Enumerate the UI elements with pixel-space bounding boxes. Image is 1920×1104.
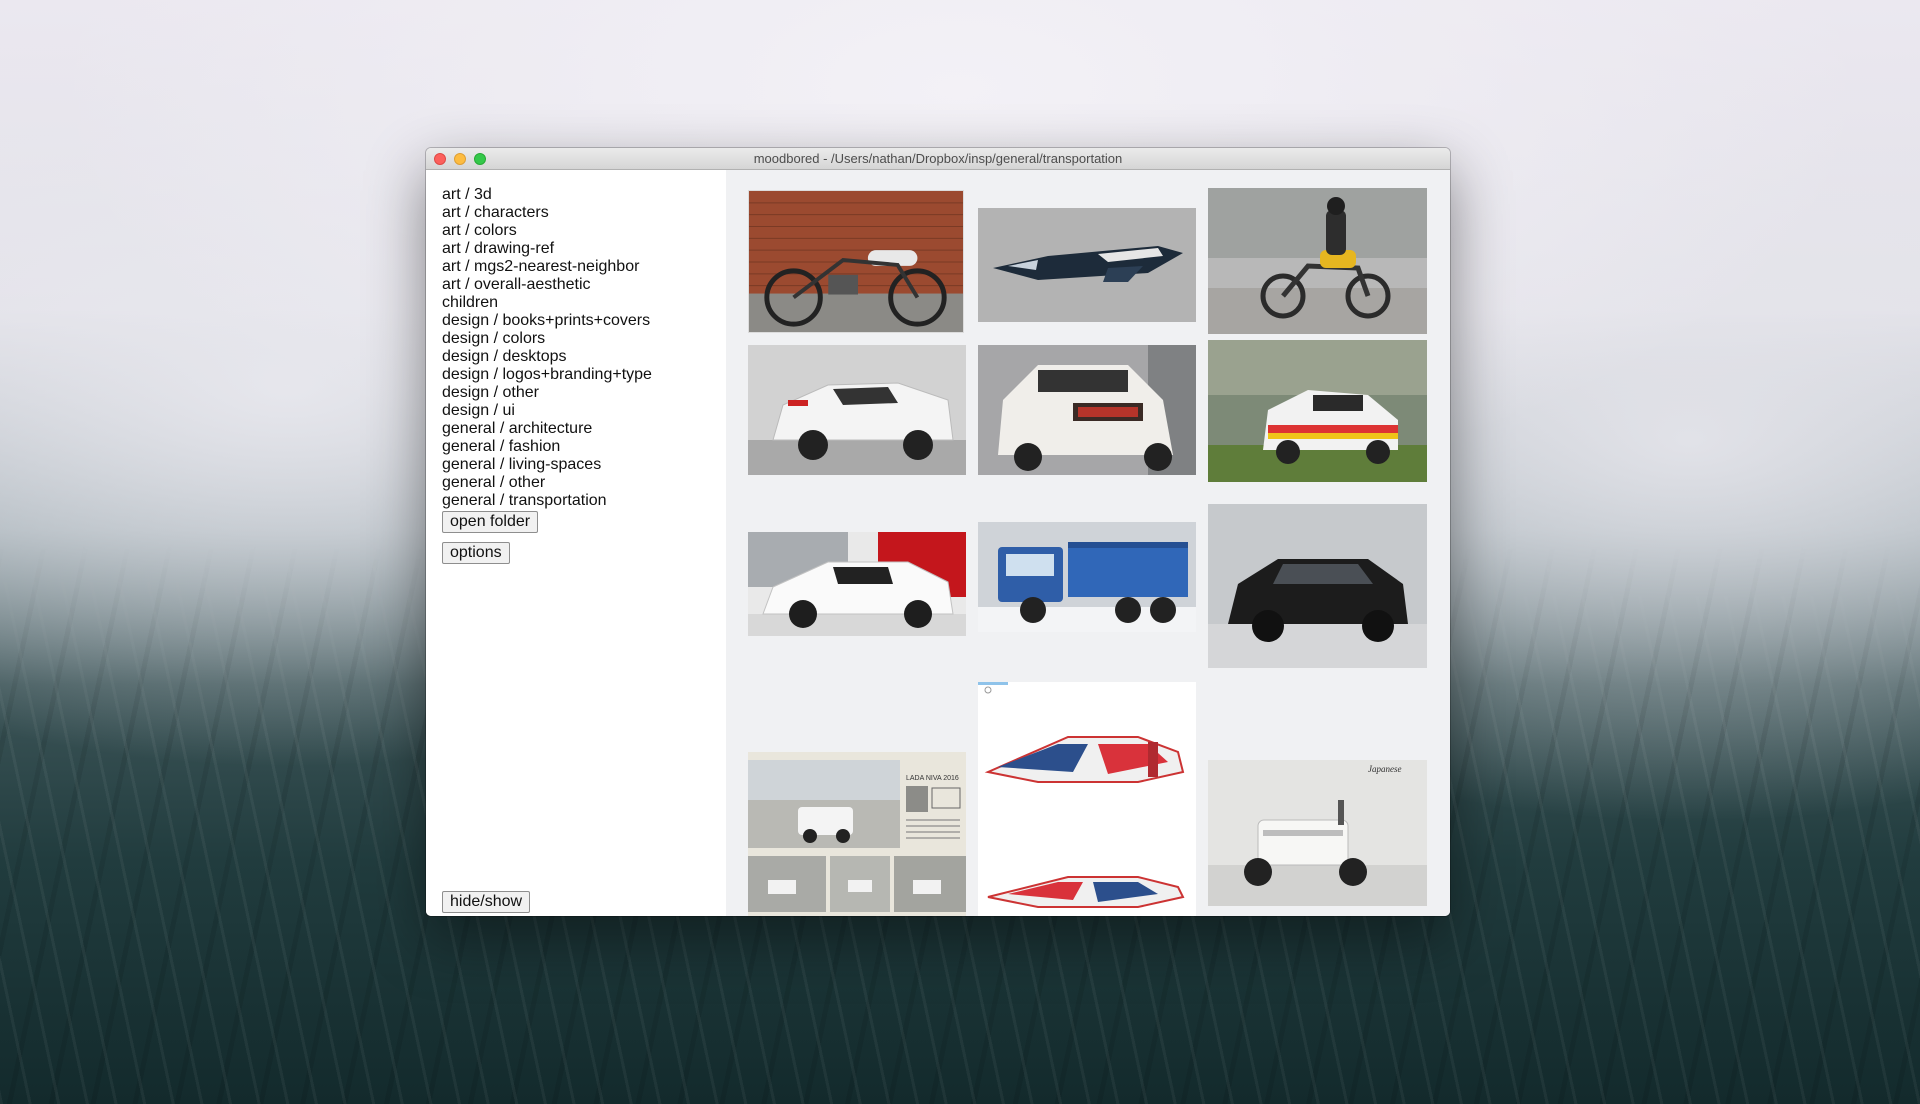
open-folder-button[interactable]: open folder <box>442 511 539 533</box>
folder-item-design-other[interactable]: design / other <box>442 384 652 402</box>
image-dump-truck[interactable] <box>978 522 1196 632</box>
image-black-hatchback[interactable] <box>1208 504 1427 668</box>
folder-item-art-characters[interactable]: art / characters <box>442 204 652 222</box>
app-window: moodbored - /Users/nathan/Dropbox/insp/g… <box>426 148 1450 916</box>
folder-item-general-other[interactable]: general / other <box>442 474 652 492</box>
folder-list: art / 3d art / characters art / colors a… <box>442 186 652 510</box>
folder-item-general-architecture[interactable]: general / architecture <box>442 420 652 438</box>
image-motorcycle-rider[interactable] <box>1208 188 1427 334</box>
folder-item-design-colors[interactable]: design / colors <box>442 330 652 348</box>
image-ford-rs200[interactable] <box>748 532 966 636</box>
folder-item-general-transportation[interactable]: general / transportation <box>442 492 652 510</box>
options-button[interactable]: options <box>442 542 510 564</box>
folder-item-design-desktops[interactable]: design / desktops <box>442 348 652 366</box>
image-gallery: LADA NIVA 2016 Japanese <box>726 170 1450 916</box>
image-audi-quattro[interactable] <box>1208 340 1427 482</box>
folder-item-art-drawing-ref[interactable]: art / drawing-ref <box>442 240 652 258</box>
image-folding-scooter[interactable]: Japanese <box>1208 760 1427 906</box>
folder-item-children[interactable]: children <box>442 294 652 312</box>
image-lada-magazine[interactable]: LADA NIVA 2016 <box>748 752 966 916</box>
folder-item-art-overall-aesthetic[interactable]: art / overall-aesthetic <box>442 276 652 294</box>
sidebar: art / 3d art / characters art / colors a… <box>426 170 726 916</box>
folder-item-art-mgs2-nearest-neighbor[interactable]: art / mgs2-nearest-neighbor <box>442 258 652 276</box>
title-bar[interactable]: moodbored - /Users/nathan/Dropbox/insp/g… <box>426 148 1450 170</box>
folder-item-design-ui[interactable]: design / ui <box>442 402 652 420</box>
svg-text:Japanese: Japanese <box>1368 764 1402 774</box>
folder-item-art-3d[interactable]: art / 3d <box>442 186 652 204</box>
svg-text:LADA NIVA 2016: LADA NIVA 2016 <box>906 775 959 782</box>
image-spaceship[interactable] <box>978 208 1196 322</box>
image-moped[interactable] <box>748 190 964 333</box>
image-spaceship-sketches[interactable] <box>978 682 1196 916</box>
hide-show-button[interactable]: hide/show <box>442 891 531 913</box>
folder-item-general-fashion[interactable]: general / fashion <box>442 438 652 456</box>
folder-item-art-colors[interactable]: art / colors <box>442 222 652 240</box>
image-toyota-rally[interactable] <box>748 345 966 475</box>
window-title: moodbored - /Users/nathan/Dropbox/insp/g… <box>753 151 1123 166</box>
folder-item-design-logos-branding-type[interactable]: design / logos+branding+type <box>442 366 652 384</box>
image-rally-rear[interactable] <box>978 345 1196 475</box>
folder-item-design-books-prints-covers[interactable]: design / books+prints+covers <box>442 312 652 330</box>
folder-item-general-living-spaces[interactable]: general / living-spaces <box>442 456 652 474</box>
